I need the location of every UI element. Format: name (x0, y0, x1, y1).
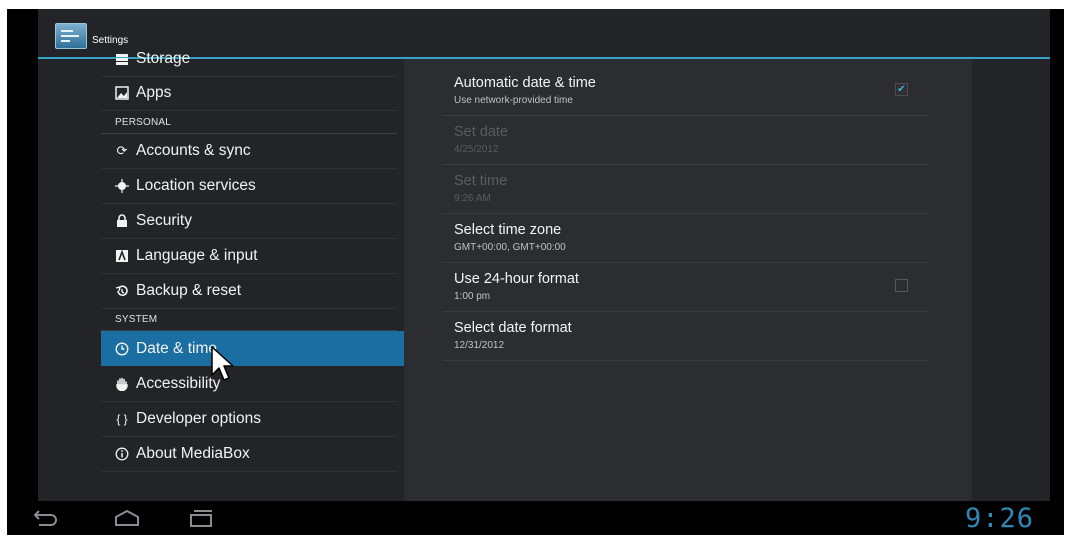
sidebar-item-label: Accessibility (136, 375, 221, 392)
android-screen: Settings Storage Apps PERSONAL ⟳ Account… (7, 9, 1064, 535)
storage-icon (115, 52, 129, 66)
pref-summary: 1:00 pm (454, 291, 491, 302)
sidebar-item-security[interactable]: Security (101, 204, 397, 239)
sidebar-item-location-services[interactable]: Location services (101, 169, 397, 204)
pref-title: Set date (454, 124, 509, 140)
status-clock: 9:26 (964, 503, 1034, 534)
apps-icon (115, 86, 129, 100)
settings-app-icon[interactable] (55, 23, 87, 49)
pref-summary: Use network-provided time (454, 95, 573, 106)
date-time-settings-pane: Automatic date & time Use network-provid… (404, 59, 972, 501)
braces-icon: { } (116, 412, 128, 426)
automatic-date-time-checkbox[interactable]: ✔ (895, 83, 908, 96)
sync-icon: ⟳ (116, 143, 128, 158)
sidebar-item-label: Language & input (136, 247, 258, 264)
sidebar-item-label: Security (136, 212, 192, 229)
section-header-system: SYSTEM (115, 314, 158, 325)
pref-summary: 4/25/2012 (454, 144, 499, 155)
location-icon (115, 179, 129, 193)
home-icon (115, 509, 139, 526)
use-24-hour-format-checkbox[interactable] (895, 279, 908, 292)
sidebar-item-label: Developer options (136, 410, 261, 427)
sidebar-item-accessibility[interactable]: Accessibility (101, 367, 397, 402)
backup-icon (115, 284, 129, 298)
back-button[interactable] (31, 507, 59, 529)
system-navigation-bar: 9:26 (7, 501, 1064, 535)
pref-select-time-zone[interactable]: Select time zone GMT+00:00, GMT+00:00 (442, 214, 928, 263)
pref-title: Select date format (454, 320, 572, 336)
sidebar-item-label: Backup & reset (136, 282, 242, 299)
pref-use-24-hour-format[interactable]: Use 24-hour format 1:00 pm (442, 263, 928, 312)
sidebar-item-label: About MediaBox (136, 445, 250, 462)
back-icon (33, 510, 57, 526)
recent-apps-button[interactable] (187, 507, 215, 529)
sidebar-item-label: Date & time (136, 339, 217, 357)
pref-title: Set time (454, 173, 508, 189)
sidebar-item-label: Accounts & sync (136, 142, 251, 159)
sidebar-item-accounts-sync[interactable]: ⟳ Accounts & sync (101, 134, 397, 169)
sidebar-item-label: Apps (136, 84, 172, 101)
sidebar-item-storage[interactable]: Storage (101, 42, 397, 77)
sidebar-item-date-time[interactable]: Date & time (101, 331, 407, 366)
sidebar-item-backup-reset[interactable]: Backup & reset (101, 274, 397, 309)
sidebar-item-about[interactable]: About MediaBox (101, 437, 397, 472)
pref-summary: 9:26 AM (454, 193, 491, 204)
settings-sidebar: Storage Apps PERSONAL ⟳ Accounts & sync … (101, 50, 407, 501)
pref-title: Select time zone (454, 222, 562, 238)
sidebar-item-apps[interactable]: Apps (101, 76, 397, 111)
clock-icon (115, 341, 129, 356)
info-icon (115, 447, 129, 461)
home-button[interactable] (113, 507, 141, 529)
pref-title: Automatic date & time (454, 75, 596, 91)
sidebar-item-language-input[interactable]: Language & input (101, 239, 397, 274)
pref-summary: GMT+00:00, GMT+00:00 (454, 242, 566, 253)
sidebar-item-label: Location services (136, 177, 256, 194)
lock-icon (115, 214, 129, 228)
hand-icon (115, 377, 129, 392)
keyboard-icon (115, 249, 129, 263)
mouse-pointer-icon (211, 346, 234, 381)
section-header-personal: PERSONAL (115, 117, 172, 128)
pref-set-time: Set time 9:26 AM (442, 165, 928, 214)
sidebar-item-developer-options[interactable]: { } Developer options (101, 402, 397, 437)
pref-automatic-date-time[interactable]: Automatic date & time Use network-provid… (442, 67, 928, 116)
pref-set-date: Set date 4/25/2012 (442, 116, 928, 165)
pref-summary: 12/31/2012 (454, 340, 505, 351)
sidebar-item-label: Storage (136, 50, 191, 67)
pref-select-date-format[interactable]: Select date format 12/31/2012 (442, 312, 928, 361)
recent-apps-icon (190, 510, 212, 527)
pref-title: Use 24-hour format (454, 271, 579, 287)
settings-window: Settings Storage Apps PERSONAL ⟳ Account… (38, 9, 1050, 501)
